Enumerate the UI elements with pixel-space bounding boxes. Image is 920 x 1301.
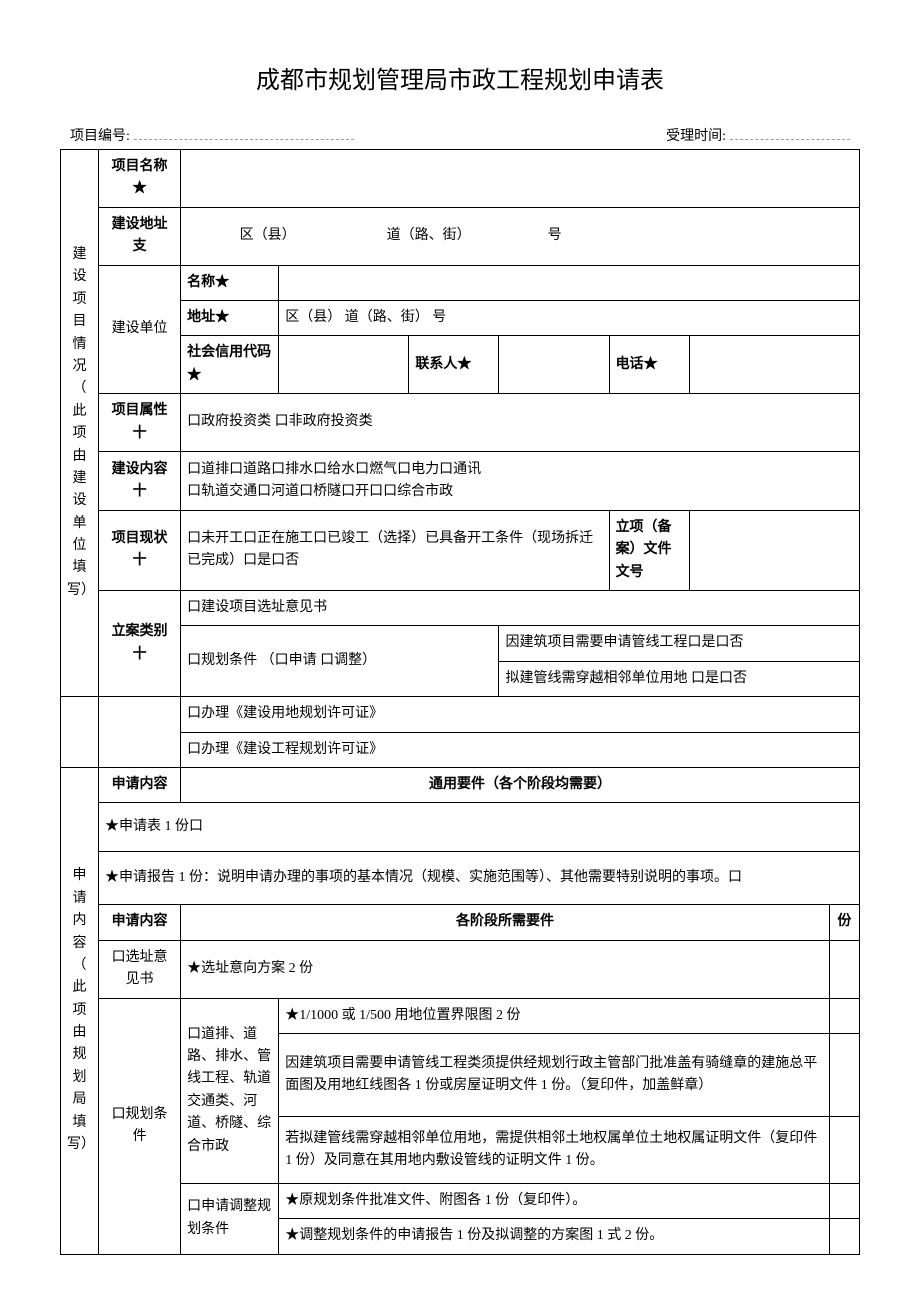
field-plan-b: 因建筑项目需要申请管线工程类须提供经规划行政主管部门批准盖有骑缝章的建施总平面图… — [279, 1033, 830, 1116]
project-no-label: 项目编号: — [70, 125, 130, 145]
label-build-unit: 建设单位 — [99, 265, 181, 394]
accept-time: 受理时间: — [666, 125, 850, 145]
label-attr: 项目属性十 — [99, 394, 181, 452]
field-filing[interactable] — [689, 510, 859, 590]
label-social-code: 社会信用代码★ — [181, 336, 279, 394]
field-contact[interactable] — [499, 336, 609, 394]
field-plan-d: ★原规划条件批准文件、附图各 1 份（复印件）。 — [279, 1183, 830, 1218]
field-case2a[interactable]: 口规划条件 （口申请 口调整） — [181, 626, 499, 697]
label-case-type-ext2 — [99, 732, 181, 767]
label-addr-branch: 建设地址支 — [99, 207, 181, 265]
field-plan-a: ★1/1000 或 1/500 用地位置界限图 2 份 — [279, 998, 830, 1033]
label-phone: 电话★ — [609, 336, 689, 394]
field-social-code[interactable] — [279, 336, 409, 394]
field-attr[interactable]: 口政府投资类 口非政府投资类 — [181, 394, 860, 452]
label-filing: 立项（备案）文件文号 — [609, 510, 689, 590]
section1-vlabel: 建设项目情况（ 此项由建设单位填写） — [61, 150, 99, 697]
field-copies-3[interactable] — [829, 1033, 859, 1116]
field-case2b1[interactable]: 因建筑项目需要申请管线工程口是口否 — [499, 626, 860, 661]
project-no: 项目编号: — [70, 125, 354, 145]
header-general-req: 通用要件（各个阶段均需要） — [181, 768, 860, 803]
label-app-content1: 申请内容 — [99, 768, 181, 803]
label-plan-sub2: 口申请调整规划条件 — [181, 1183, 279, 1254]
label-plan-cond: 口规划条件 — [99, 998, 181, 1254]
field-copies-4[interactable] — [829, 1116, 859, 1183]
label-site-opinion: 口选址意见书 — [99, 940, 181, 998]
label-plan-sub1: 口道排、道路、排水、管线工程、轨道交通类、河道、桥隧、综合市政 — [181, 998, 279, 1183]
field-unit-addr[interactable]: 区（县） 道（路、街） 号 — [279, 300, 860, 335]
field-case4[interactable]: 口办理《建设工程规划许可证》 — [181, 732, 860, 767]
section1-vlabel-ext — [61, 697, 99, 732]
field-site-opinion: ★选址意向方案 2 份 — [181, 940, 830, 998]
field-plan-e: ★调整规划条件的申请报告 1 份及拟调整的方案图 1 式 2 份。 — [279, 1219, 830, 1254]
field-case2b2[interactable]: 拟建管线需穿越相邻单位用地 口是口否 — [499, 661, 860, 696]
field-phone[interactable] — [689, 336, 859, 394]
field-addr-branch[interactable]: 区（县） 道（路、街） 号 — [181, 207, 860, 265]
label-case-type-ext — [99, 697, 181, 732]
field-copies-6[interactable] — [829, 1219, 859, 1254]
meta-row: 项目编号: 受理时间: — [60, 125, 860, 145]
field-copies-1[interactable] — [829, 940, 859, 998]
label-unit-name: 名称★ — [181, 265, 279, 300]
section1-vlabel-ext2 — [61, 732, 99, 767]
field-status[interactable]: 口未开工口正在施工口已竣工（选择）已具备开工条件（现场拆迁已完成）口是口否 — [181, 510, 609, 590]
accept-time-value[interactable] — [730, 125, 850, 140]
field-plan-c: 若拟建管线需穿越相邻单位用地，需提供相邻土地权属单位土地权属证明文件（复印件 1… — [279, 1116, 830, 1183]
accept-time-label: 受理时间: — [666, 125, 726, 145]
field-copies-2[interactable] — [829, 998, 859, 1033]
field-case1[interactable]: 口建设项目选址意见书 — [181, 591, 860, 626]
field-copies-5[interactable] — [829, 1183, 859, 1218]
field-general-2: ★申请报告 1 份：说明申请办理的事项的基本情况（规模、实施范围等）、其他需要特… — [99, 852, 860, 905]
label-copies: 份 — [829, 905, 859, 940]
label-content: 建设内容十 — [99, 451, 181, 510]
label-unit-addr: 地址★ — [181, 300, 279, 335]
header-stage-req: 各阶段所需要件 — [181, 905, 830, 940]
field-case3[interactable]: 口办理《建设用地规划许可证》 — [181, 697, 860, 732]
field-proj-name[interactable] — [181, 150, 860, 208]
label-app-content2: 申请内容 — [99, 905, 181, 940]
label-proj-name: 项目名称★ — [99, 150, 181, 208]
field-content[interactable]: 口道排口道路口排水口给水口燃气口电力口通讯 口轨道交通口河道口桥隧口开口口综合市… — [181, 451, 860, 510]
field-unit-name[interactable] — [279, 265, 860, 300]
page-title: 成都市规划管理局市政工程规划申请表 — [60, 60, 860, 95]
project-no-value[interactable] — [134, 125, 354, 140]
field-general-1: ★申请表 1 份口 — [99, 803, 860, 852]
section2-vlabel: 申请内容（ 此项由规划局填写） — [61, 768, 99, 1255]
label-status: 项目现状十 — [99, 510, 181, 590]
application-form: 建设项目情况（ 此项由建设单位填写） 项目名称★ 建设地址支 区（县） 道（路、… — [60, 149, 860, 1255]
label-contact: 联系人★ — [409, 336, 499, 394]
label-case-type: 立案类别十 — [99, 591, 181, 697]
